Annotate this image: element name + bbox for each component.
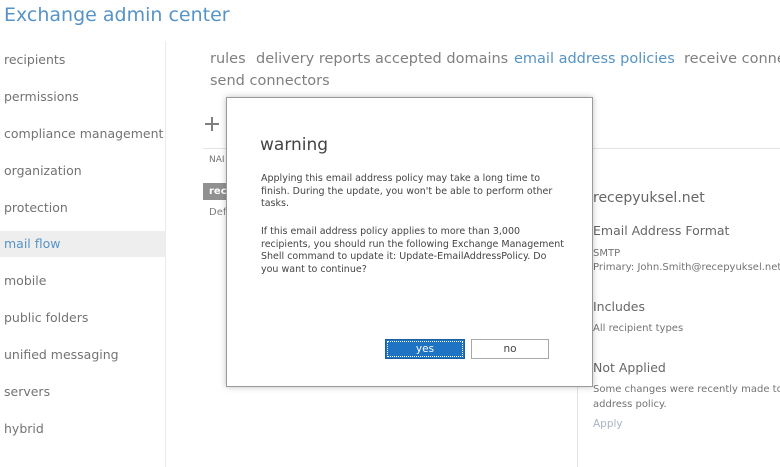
no-button[interactable]: no xyxy=(471,339,549,359)
warning-dialog: warning Applying this email address poli… xyxy=(226,97,593,387)
dialog-title: warning xyxy=(260,135,329,155)
dialog-paragraph-1: Applying this email address policy may t… xyxy=(261,173,553,209)
dialog-paragraph-2: If this email address policy applies to … xyxy=(261,226,564,275)
yes-button[interactable]: yes xyxy=(385,339,465,359)
